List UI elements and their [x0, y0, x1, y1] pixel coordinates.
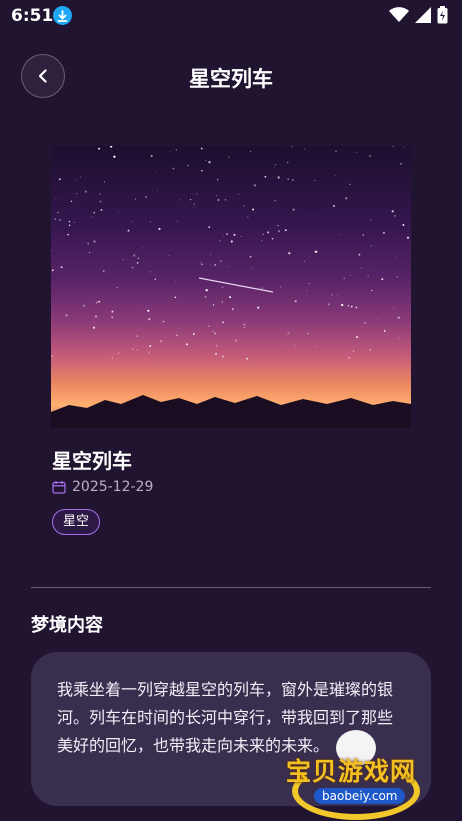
- section-title: 梦境内容: [31, 615, 103, 636]
- battery-icon: [437, 6, 448, 24]
- page-title: 星空列车: [189, 67, 273, 91]
- tag-badge[interactable]: 星空: [52, 509, 101, 535]
- status-bar: 6:51: [0, 0, 462, 32]
- watermark-text: 宝贝游戏网: [286, 757, 417, 786]
- dream-title: 星空列车: [52, 449, 132, 473]
- watermark-url: baobeiy.com: [314, 788, 406, 804]
- download-icon: [53, 6, 72, 25]
- status-icons: [389, 6, 448, 24]
- watermark-logo: 宝贝游戏网 baobeiy.com: [282, 722, 432, 820]
- date-row: 2025-12-29: [52, 479, 153, 495]
- dream-cover-image: [51, 146, 411, 428]
- divider: [31, 587, 431, 588]
- cellular-signal-icon: [415, 7, 431, 23]
- dream-date: 2025-12-29: [72, 479, 154, 495]
- wifi-icon: [389, 7, 409, 22]
- status-time: 6:51: [11, 6, 54, 26]
- calendar-icon: [52, 481, 66, 494]
